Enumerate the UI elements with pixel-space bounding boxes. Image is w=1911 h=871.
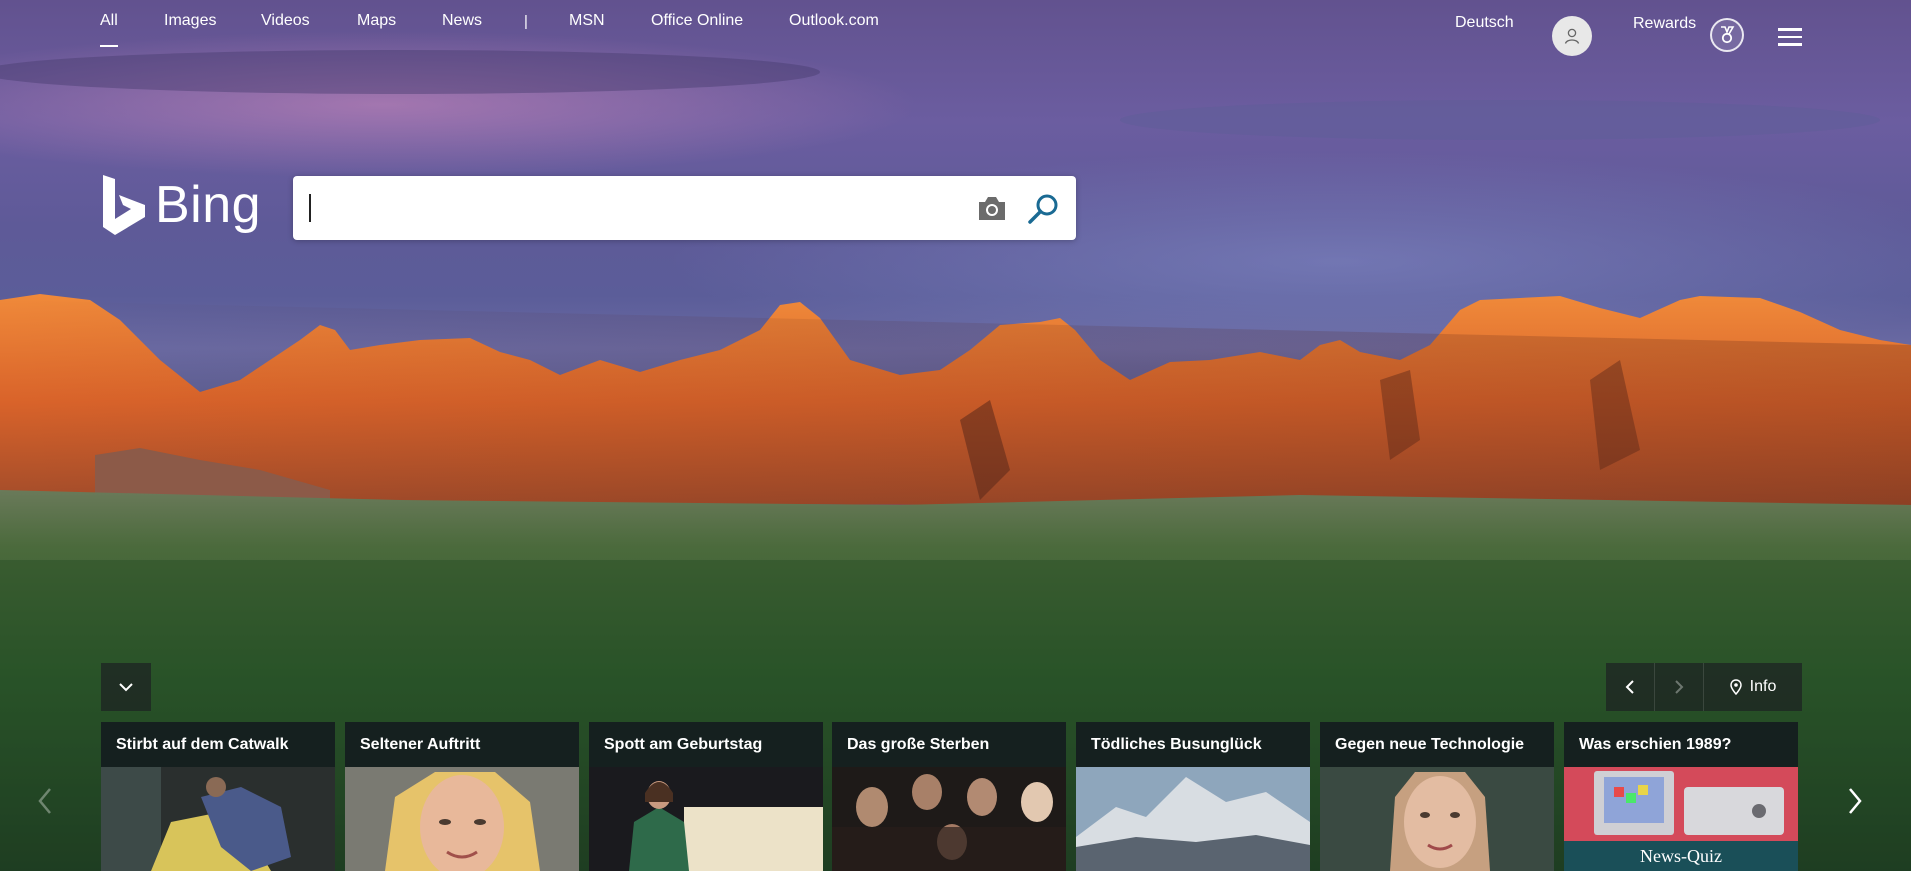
medal-icon bbox=[1721, 26, 1735, 44]
next-image-button[interactable] bbox=[1655, 663, 1703, 711]
news-card-title: Stirbt auf dem Catwalk bbox=[101, 722, 335, 767]
news-card-title: Seltener Auftritt bbox=[345, 722, 579, 767]
news-card-title: Was erschien 1989? bbox=[1564, 722, 1798, 767]
news-card[interactable]: Stirbt auf dem Catwalk bbox=[101, 722, 335, 871]
user-icon bbox=[1564, 28, 1580, 44]
image-info-button[interactable]: Info bbox=[1704, 678, 1802, 696]
carousel-right-arrow-icon[interactable] bbox=[1840, 781, 1870, 821]
location-pin-icon bbox=[1729, 679, 1742, 695]
bing-logo-text: Bing bbox=[155, 176, 262, 234]
news-card[interactable]: Was erschien 1989? News-Quiz bbox=[1564, 722, 1798, 871]
header-right: Deutsch Rewards bbox=[0, 12, 1911, 56]
bing-logo[interactable]: Bing bbox=[101, 172, 261, 238]
news-card-title: Tödliches Busunglück bbox=[1076, 722, 1310, 767]
chevron-right-icon bbox=[1675, 680, 1684, 694]
search-icon[interactable] bbox=[1026, 192, 1060, 226]
news-card[interactable]: Spott am Geburtstag bbox=[589, 722, 823, 871]
bing-b-icon bbox=[103, 175, 145, 235]
image-controls: Info bbox=[1606, 663, 1802, 711]
news-card-title: Spott am Geburtstag bbox=[589, 722, 823, 767]
news-card-image bbox=[1076, 767, 1310, 871]
rewards-label[interactable]: Rewards bbox=[1633, 15, 1696, 33]
news-card[interactable]: Das große Sterben bbox=[832, 722, 1066, 871]
bing-homepage: All Images Videos Maps News | MSN Office… bbox=[0, 0, 1911, 871]
info-label: Info bbox=[1749, 678, 1777, 695]
news-card[interactable]: Gegen neue Technologie bbox=[1320, 722, 1554, 871]
news-card[interactable]: Tödliches Busunglück bbox=[1076, 722, 1310, 871]
previous-image-button[interactable] bbox=[1606, 663, 1654, 711]
news-card-image bbox=[345, 767, 579, 871]
news-card-caption: News-Quiz bbox=[1564, 841, 1798, 871]
carousel-left-arrow-icon[interactable] bbox=[30, 781, 60, 821]
camera-icon[interactable] bbox=[976, 193, 1008, 223]
news-card-image bbox=[832, 767, 1066, 871]
language-link[interactable]: Deutsch bbox=[1455, 14, 1514, 32]
collapse-news-button[interactable] bbox=[101, 663, 151, 711]
news-card[interactable]: Seltener Auftritt bbox=[345, 722, 579, 871]
news-card-title: Das große Sterben bbox=[832, 722, 1066, 767]
chevron-down-icon bbox=[119, 683, 133, 692]
news-card-title: Gegen neue Technologie bbox=[1320, 722, 1554, 767]
menu-hamburger-icon[interactable] bbox=[1778, 28, 1802, 46]
chevron-left-icon bbox=[1625, 680, 1634, 694]
sign-in-avatar[interactable] bbox=[1552, 16, 1592, 56]
search-box bbox=[293, 176, 1076, 240]
text-cursor bbox=[309, 194, 311, 222]
search-input[interactable] bbox=[307, 188, 961, 230]
rewards-medal-icon[interactable] bbox=[1710, 18, 1744, 52]
news-card-image bbox=[1320, 767, 1554, 871]
news-card-image bbox=[101, 767, 335, 871]
news-card-image bbox=[589, 767, 823, 871]
